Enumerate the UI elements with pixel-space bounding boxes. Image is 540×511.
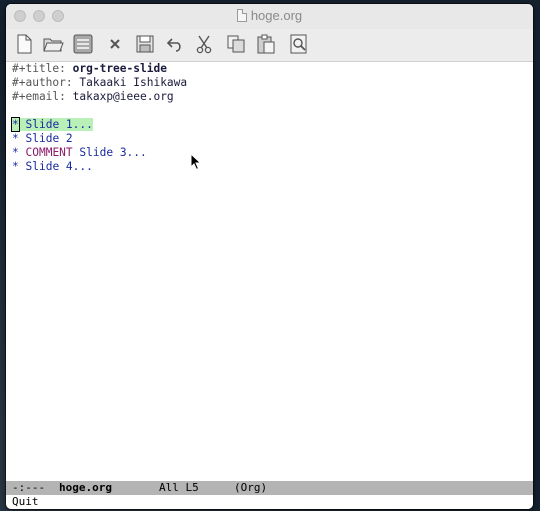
- folder-icon[interactable]: [42, 33, 64, 55]
- heading-star: *: [12, 132, 19, 145]
- email-line: #+email: takaxp@ieee.org: [12, 90, 174, 104]
- heading-line[interactable]: * Slide 4...: [12, 160, 93, 174]
- heading-text: Slide 4...: [25, 160, 93, 173]
- title-keyword: #+title:: [12, 62, 66, 75]
- modeline-major-mode[interactable]: (Org): [234, 481, 267, 495]
- document-icon: [236, 9, 247, 22]
- email-value: takaxp@ieee.org: [72, 90, 174, 103]
- paste-icon[interactable]: [255, 33, 277, 55]
- new-file-icon[interactable]: [13, 33, 35, 55]
- heading-star: *: [12, 146, 19, 159]
- echo-area: Quit: [6, 495, 533, 509]
- undo-icon[interactable]: [164, 33, 186, 55]
- heading-star: *: [11, 117, 20, 132]
- mode-line: -:--- hoge.org All L5 (Org): [6, 481, 533, 495]
- author-keyword: #+author:: [12, 76, 73, 89]
- editor-buffer[interactable]: #+title: org-tree-slide #+author: Takaak…: [6, 62, 533, 482]
- heading-line[interactable]: * COMMENT Slide 3...: [12, 146, 147, 160]
- search-icon[interactable]: [288, 33, 310, 55]
- heading-line[interactable]: * Slide 2: [12, 132, 73, 146]
- close-icon[interactable]: [104, 33, 126, 55]
- save-icon[interactable]: [134, 33, 156, 55]
- modeline-buffer-name[interactable]: hoge.org: [59, 481, 112, 495]
- window-title: hoge.org: [250, 8, 303, 23]
- heading-text: Slide 2: [25, 132, 73, 145]
- author-value: Takaaki Ishikawa: [79, 76, 188, 89]
- modeline-position: All L5: [159, 481, 199, 494]
- heading-line[interactable]: * Slide 1...: [11, 117, 93, 132]
- heading-text: Slide 3...: [79, 146, 147, 159]
- author-line: #+author: Takaaki Ishikawa: [12, 76, 187, 90]
- heading-star: *: [12, 160, 19, 173]
- scissors-icon[interactable]: [193, 33, 215, 55]
- mouse-pointer-icon: [190, 153, 202, 171]
- title-bar: hoge.org: [6, 4, 533, 29]
- modeline-status: -:---: [12, 481, 46, 494]
- heading-text: Slide 1...: [25, 118, 93, 131]
- toolbar: [6, 29, 533, 62]
- title-line: #+title: org-tree-slide: [12, 62, 167, 76]
- dired-icon[interactable]: [72, 33, 94, 55]
- copy-icon[interactable]: [225, 33, 247, 55]
- echo-message: Quit: [12, 495, 39, 508]
- title-value: org-tree-slide: [72, 62, 167, 75]
- email-keyword: #+email:: [12, 90, 66, 103]
- emacs-window: hoge.org #+title: org-tree-slide #+autho…: [6, 4, 533, 509]
- comment-keyword: COMMENT: [25, 146, 73, 159]
- window-title-area: hoge.org: [6, 8, 533, 23]
